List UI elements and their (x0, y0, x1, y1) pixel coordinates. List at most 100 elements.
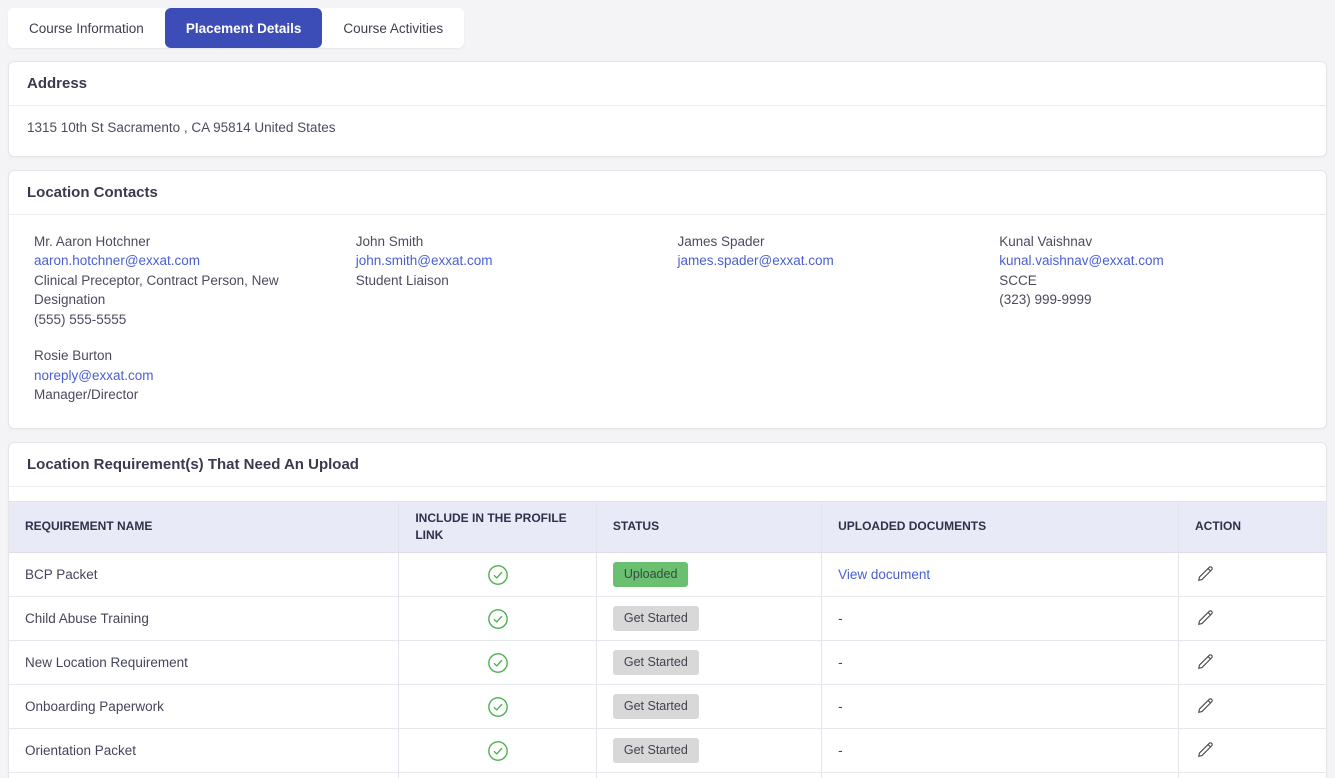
action-cell (1177, 552, 1326, 598)
action-cell (1177, 772, 1326, 778)
pencil-icon (1198, 742, 1213, 757)
uploaded-documents-cell: - (821, 772, 1179, 778)
uploaded-documents-cell: - (821, 640, 1179, 686)
table-column-header: STATUS (595, 500, 822, 554)
tab-placement-details[interactable]: Placement Details (164, 8, 323, 48)
contact-email-link[interactable]: noreply@exxat.com (34, 366, 154, 385)
contact-phone: (323) 999-9999 (999, 292, 1092, 308)
page: Course Information Placement Details Cours… (0, 0, 1335, 778)
table-row: Orientation Packet Get Started - (9, 728, 1326, 774)
status-cell: Get Started (595, 772, 822, 778)
requirement-name-cell: Onboarding Paperwork (9, 684, 399, 730)
pencil-icon (1198, 610, 1213, 625)
status-cell: Get Started (595, 728, 822, 774)
status-cell: Get Started (595, 640, 822, 686)
contact-email-link[interactable]: john.smith@exxat.com (356, 251, 493, 270)
contact-card: Rosie Burton noreply@exxat.com Manager/D… (34, 346, 336, 404)
edit-action-button[interactable] (1195, 739, 1216, 760)
status-cell: Get Started (595, 596, 822, 642)
contact-role: Manager/Director (34, 387, 139, 403)
location-contacts-card: Location Contacts Mr. Aaron Hotchner aar… (8, 170, 1327, 429)
include-in-profile-cell (398, 596, 597, 642)
uploaded-documents-cell: View document (821, 552, 1179, 598)
uploaded-documents-cell: - (821, 728, 1179, 774)
contact-email-link[interactable]: aaron.hotchner@exxat.com (34, 251, 200, 270)
contact-email-link[interactable]: kunal.vaishnav@exxat.com (999, 251, 1164, 270)
contact-name: Rosie Burton (34, 348, 113, 364)
requirements-card: Location Requirement(s) That Need An Upl… (8, 441, 1327, 778)
table-row: Child Abuse Training Get Started - (9, 596, 1326, 642)
tab-label: Placement Details (185, 20, 302, 36)
include-in-profile-cell (398, 772, 597, 778)
location-contacts-title: Location Contacts (9, 171, 1326, 215)
contact-name: Mr. Aaron Hotchner (34, 234, 151, 249)
contact-role: SCCE (999, 272, 1037, 288)
edit-action-button[interactable] (1195, 695, 1216, 716)
contact-role: Clinical Preceptor, Contract Person, New… (34, 272, 279, 308)
status-badge: Get Started (612, 606, 699, 632)
contact-card: John Smith john.smith@exxat.com Student … (356, 232, 658, 329)
status-badge: Get Started (612, 650, 699, 676)
contacts-grid: Mr. Aaron Hotchner aaron.hotchner@exxat.… (9, 215, 1326, 428)
requirement-name-cell: New Site Requirement (9, 772, 399, 778)
edit-action-button[interactable] (1195, 607, 1216, 628)
view-document-link[interactable]: View document (838, 567, 930, 582)
pencil-icon (1198, 566, 1213, 581)
contact-email-link[interactable]: james.spader@exxat.com (678, 251, 834, 270)
table-column-header: INCLUDE IN THE PROFILE LINK (398, 500, 597, 554)
table-column-header: UPLOADED DOCUMENTS (821, 500, 1179, 554)
no-document-dash: - (838, 655, 843, 671)
requirement-name-cell: Orientation Packet (9, 728, 399, 774)
contact-name: Kunal Vaishnav (999, 234, 1093, 249)
pencil-icon (1198, 654, 1213, 669)
uploaded-documents-cell: - (821, 684, 1179, 730)
no-document-dash: - (838, 743, 843, 759)
table-row: BCP Packet Uploaded View document (9, 552, 1326, 598)
contact-name: James Spader (677, 234, 765, 249)
edit-action-button[interactable] (1195, 563, 1216, 584)
requirement-name-cell: New Location Requirement (9, 640, 399, 686)
contact-phone: (555) 555-5555 (34, 311, 127, 327)
check-circle-icon (487, 564, 509, 586)
tab-course-activities[interactable]: Course Activities (322, 8, 464, 48)
action-cell (1177, 596, 1326, 642)
check-circle-icon (487, 696, 509, 718)
action-cell (1177, 684, 1326, 730)
requirement-name-cell: Child Abuse Training (9, 596, 399, 642)
address-title: Address (9, 62, 1326, 106)
include-in-profile-cell (398, 684, 597, 730)
address-value: 1315 10th St Sacramento , CA 95814 Unite… (27, 120, 336, 135)
include-in-profile-cell (398, 728, 597, 774)
table-column-header: REQUIREMENT NAME (9, 500, 399, 554)
tab-label: Course Activities (343, 20, 444, 36)
table-column-header: ACTION (1177, 500, 1326, 554)
check-circle-icon (487, 652, 509, 674)
contact-role: Student Liaison (355, 272, 449, 288)
status-badge: Get Started (612, 694, 699, 720)
table-header-row: REQUIREMENT NAME INCLUDE IN THE PROFILE L… (9, 500, 1326, 554)
contact-name: John Smith (355, 234, 424, 249)
tab-course-information[interactable]: Course Information (8, 8, 165, 48)
no-document-dash: - (838, 699, 843, 715)
table-row: New Site Requirement Get Started - (9, 772, 1326, 778)
status-badge: Uploaded (612, 562, 689, 588)
tab-label: Course Information (29, 20, 144, 36)
table-gap (9, 487, 1326, 501)
status-badge: Get Started (612, 738, 699, 764)
table-row: New Location Requirement Get Started - (9, 640, 1326, 686)
requirement-name-cell: BCP Packet (9, 552, 399, 598)
uploaded-documents-cell: - (821, 596, 1179, 642)
table-body: BCP Packet Uploaded View document Child … (9, 552, 1326, 778)
requirements-table: REQUIREMENT NAME INCLUDE IN THE PROFILE L… (9, 500, 1326, 778)
action-cell (1177, 640, 1326, 686)
check-circle-icon (487, 740, 509, 762)
status-cell: Uploaded (595, 552, 822, 598)
action-cell (1177, 728, 1326, 774)
table-row: Onboarding Paperwork Get Started - (9, 684, 1326, 730)
pencil-icon (1198, 698, 1213, 713)
no-document-dash: - (838, 611, 843, 627)
address-card: Address 1315 10th St Sacramento , CA 958… (8, 61, 1327, 157)
edit-action-button[interactable] (1195, 651, 1216, 672)
contact-card: Mr. Aaron Hotchner aaron.hotchner@exxat.… (34, 232, 336, 329)
contact-card: Kunal Vaishnav kunal.vaishnav@exxat.com … (999, 232, 1301, 329)
